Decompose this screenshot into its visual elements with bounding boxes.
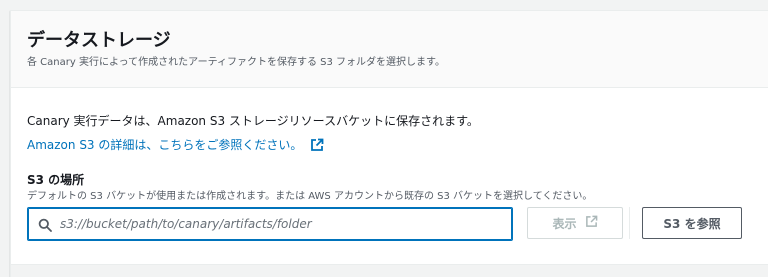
s3-location-search-box[interactable] <box>27 207 513 241</box>
view-button-label: 表示 <box>552 216 577 231</box>
external-link-icon <box>585 215 598 231</box>
s3-location-input[interactable] <box>60 217 500 231</box>
panel-header: データストレージ 各 Canary 実行によって作成されたアーティファクトを保存… <box>11 11 768 88</box>
button-divider <box>629 207 630 239</box>
external-link-icon[interactable] <box>310 138 324 152</box>
learn-more-link[interactable]: Amazon S3 の詳細は、こちらをご参照ください。 <box>27 136 768 154</box>
s3-location-label: S3 の場所 <box>27 173 85 187</box>
view-button[interactable]: 表示 <box>527 207 623 239</box>
data-storage-panel: データストレージ 各 Canary 実行によって作成されたアーティファクトを保存… <box>10 10 768 277</box>
s3-location-description: デフォルトの S3 バケットが使用または作成されます。または AWS アカウント… <box>27 191 593 202</box>
next-section-edge <box>11 264 768 277</box>
learn-more-link-text[interactable]: Amazon S3 の詳細は、こちらをご参照ください。 <box>27 136 302 154</box>
panel-title: データストレージ <box>27 30 171 51</box>
search-icon <box>38 217 52 232</box>
browse-s3-button[interactable]: S3 を参照 <box>642 207 742 239</box>
storage-info-text: Canary 実行データは、Amazon S3 ストレージリソースバケットに保存… <box>27 114 479 128</box>
panel-body: Canary 実行データは、Amazon S3 ストレージリソースバケットに保存… <box>11 88 768 204</box>
s3-location-row: 表示 S3 を参照 <box>27 207 755 241</box>
panel-description: 各 Canary 実行によって作成されたアーティファクトを保存する S3 フォル… <box>27 57 446 68</box>
